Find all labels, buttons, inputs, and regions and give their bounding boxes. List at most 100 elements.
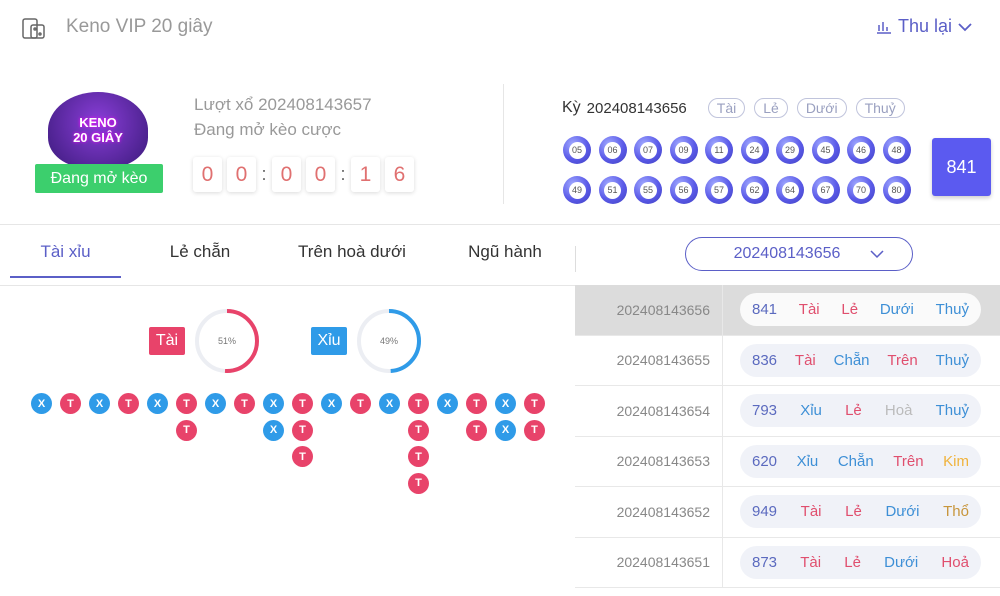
result-label: Kim [943,452,969,470]
ball-number: 51 [604,181,621,199]
table-row[interactable]: 202408143652 949 Tài Lẻ Dưới Thổ [575,487,1000,538]
page-title: Keno VIP 20 giây [66,16,213,37]
period-id: 202408143656 [575,285,723,335]
road-ball: T [292,446,313,467]
ball-number: 57 [710,181,728,199]
timer-digit: 1 [351,157,380,192]
status-badge: Đang mở kèo [35,164,163,193]
result-pill: 620 Xỉu Chẵn Trên Kim [740,444,981,478]
road-ball: T [408,419,429,441]
round-label: Lượt xổ 202408143657 [194,95,372,114]
result-label: Chẵn [837,452,874,470]
last-period: Kỳ 202408143656 Tài Lẻ Dưới Thuỷ [562,98,905,118]
ball-number: 11 [710,141,728,159]
table-row[interactable]: 202408143656 841 Tài Lẻ Dưới Thuỷ [575,285,1000,336]
result-label: Xỉu [796,452,819,470]
ball-number: 67 [817,181,834,199]
lottery-ball: 46 [847,136,875,164]
keno-logo: KENO 20 GIÂY [48,92,148,168]
result-tag: Lẻ [754,98,788,118]
ball-number: 46 [852,141,870,159]
result-label: Thuỷ [935,301,969,319]
ball-number: 05 [568,141,586,159]
xiu-percent: 49% [380,336,398,346]
road-ball: X [89,393,110,414]
result-pill: 873 Tài Lẻ Dưới Hoả [740,545,981,579]
lottery-ball: 45 [811,136,840,164]
period-id: 202408143655 [575,335,723,385]
bar-chart-icon [876,21,891,34]
result-label: Hoà [884,402,913,420]
result-sum: 620 [752,452,778,470]
drawn-balls: 05 06 07 09 11 24 29 45 46 48 49 51 55 56 57 62 64 67 70 80 [563,136,911,204]
tai-percent: 51% [218,336,236,346]
result-label: Tài [794,351,816,369]
result-pill: 793 Xỉu Lẻ Hoà Thuỷ [740,394,981,428]
tab-tren-hoa-duoi[interactable]: Trên hoà dưới [282,242,422,262]
period-id: 202408143652 [575,487,723,537]
chevron-down-icon [958,22,972,31]
lottery-ball: 09 [669,136,698,164]
reload-button[interactable]: Thu lại [876,16,972,37]
lottery-ball: 24 [740,136,769,164]
timer-digit: 0 [272,157,301,192]
road-ball: X [263,393,284,414]
period-select[interactable]: 202408143656 [685,237,913,271]
road-ball: X [31,393,52,414]
road-ball: T [234,393,255,414]
result-sum: 836 [752,351,778,369]
road-ball: X [437,393,458,414]
road-ball: T [466,419,487,441]
road-ball: X [321,393,342,414]
road-ball: T [408,472,429,494]
result-label: Lẻ [841,301,859,319]
table-row[interactable]: 202408143655 836 Tài Chẵn Trên Thuỷ [575,335,1000,386]
ball-number: 62 [746,181,763,199]
result-label: Lẻ [844,553,861,571]
ball-number: 64 [781,181,799,199]
ball-number: 24 [746,141,763,159]
table-row[interactable]: 202408143653 620 Xỉu Chẵn Trên Kim [575,436,1000,487]
ball-number: 49 [568,181,586,199]
tab-tai-xiu[interactable]: Tài xỉu [10,242,121,262]
ball-number: 56 [675,181,692,199]
table-row[interactable]: 202408143654 793 Xỉu Lẻ Hoà Thuỷ [575,386,1000,437]
countdown-timer: 0 0 : 0 0 : 1 6 [193,157,414,192]
tab-le-chan[interactable]: Lẻ chẵn [150,242,250,262]
ball-number: 29 [781,141,799,159]
lottery-ball: 29 [776,136,804,164]
result-sum: 841 [752,301,778,319]
period-id: 202408143654 [575,386,723,436]
road-ball: T [408,446,429,467]
period-select-value: 202408143656 [733,245,841,262]
result-tag: Tài [707,98,746,118]
road-ball: T [118,393,139,414]
tab-ngu-hanh[interactable]: Ngũ hành [450,242,560,262]
ball-number: 55 [639,181,657,199]
result-label: Trên [887,351,918,369]
timer-digit: 0 [227,157,256,192]
timer-digit: 0 [306,157,335,192]
result-sum: 873 [752,553,778,571]
road-ball: X [379,393,400,414]
result-label: Thuỷ [935,351,969,369]
xiu-donut: 49% [357,309,421,373]
table-row[interactable]: 202408143651 873 Tài Lẻ Dưới Hoả [575,537,1000,588]
lottery-ball: 51 [598,176,627,204]
road-ball: X [495,393,516,414]
result-tag: Thuỷ [855,98,905,118]
result-tag: Dưới [796,98,847,118]
timer-digit: 6 [385,157,414,192]
timer-colon: : [340,164,346,184]
lottery-ball: 05 [563,136,591,164]
road-ball: T [524,419,545,441]
period-id: 202408143651 [575,537,723,587]
reload-label: Thu lại [897,16,952,36]
result-label: Dưới [879,301,914,319]
lottery-ball: 62 [740,176,769,204]
period-number: 202408143656 [586,99,687,117]
game-dice-icon [22,18,45,39]
result-label: Hoả [941,553,969,571]
road-ball: T [292,419,313,441]
round-status: Đang mở kèo cược [194,120,342,139]
